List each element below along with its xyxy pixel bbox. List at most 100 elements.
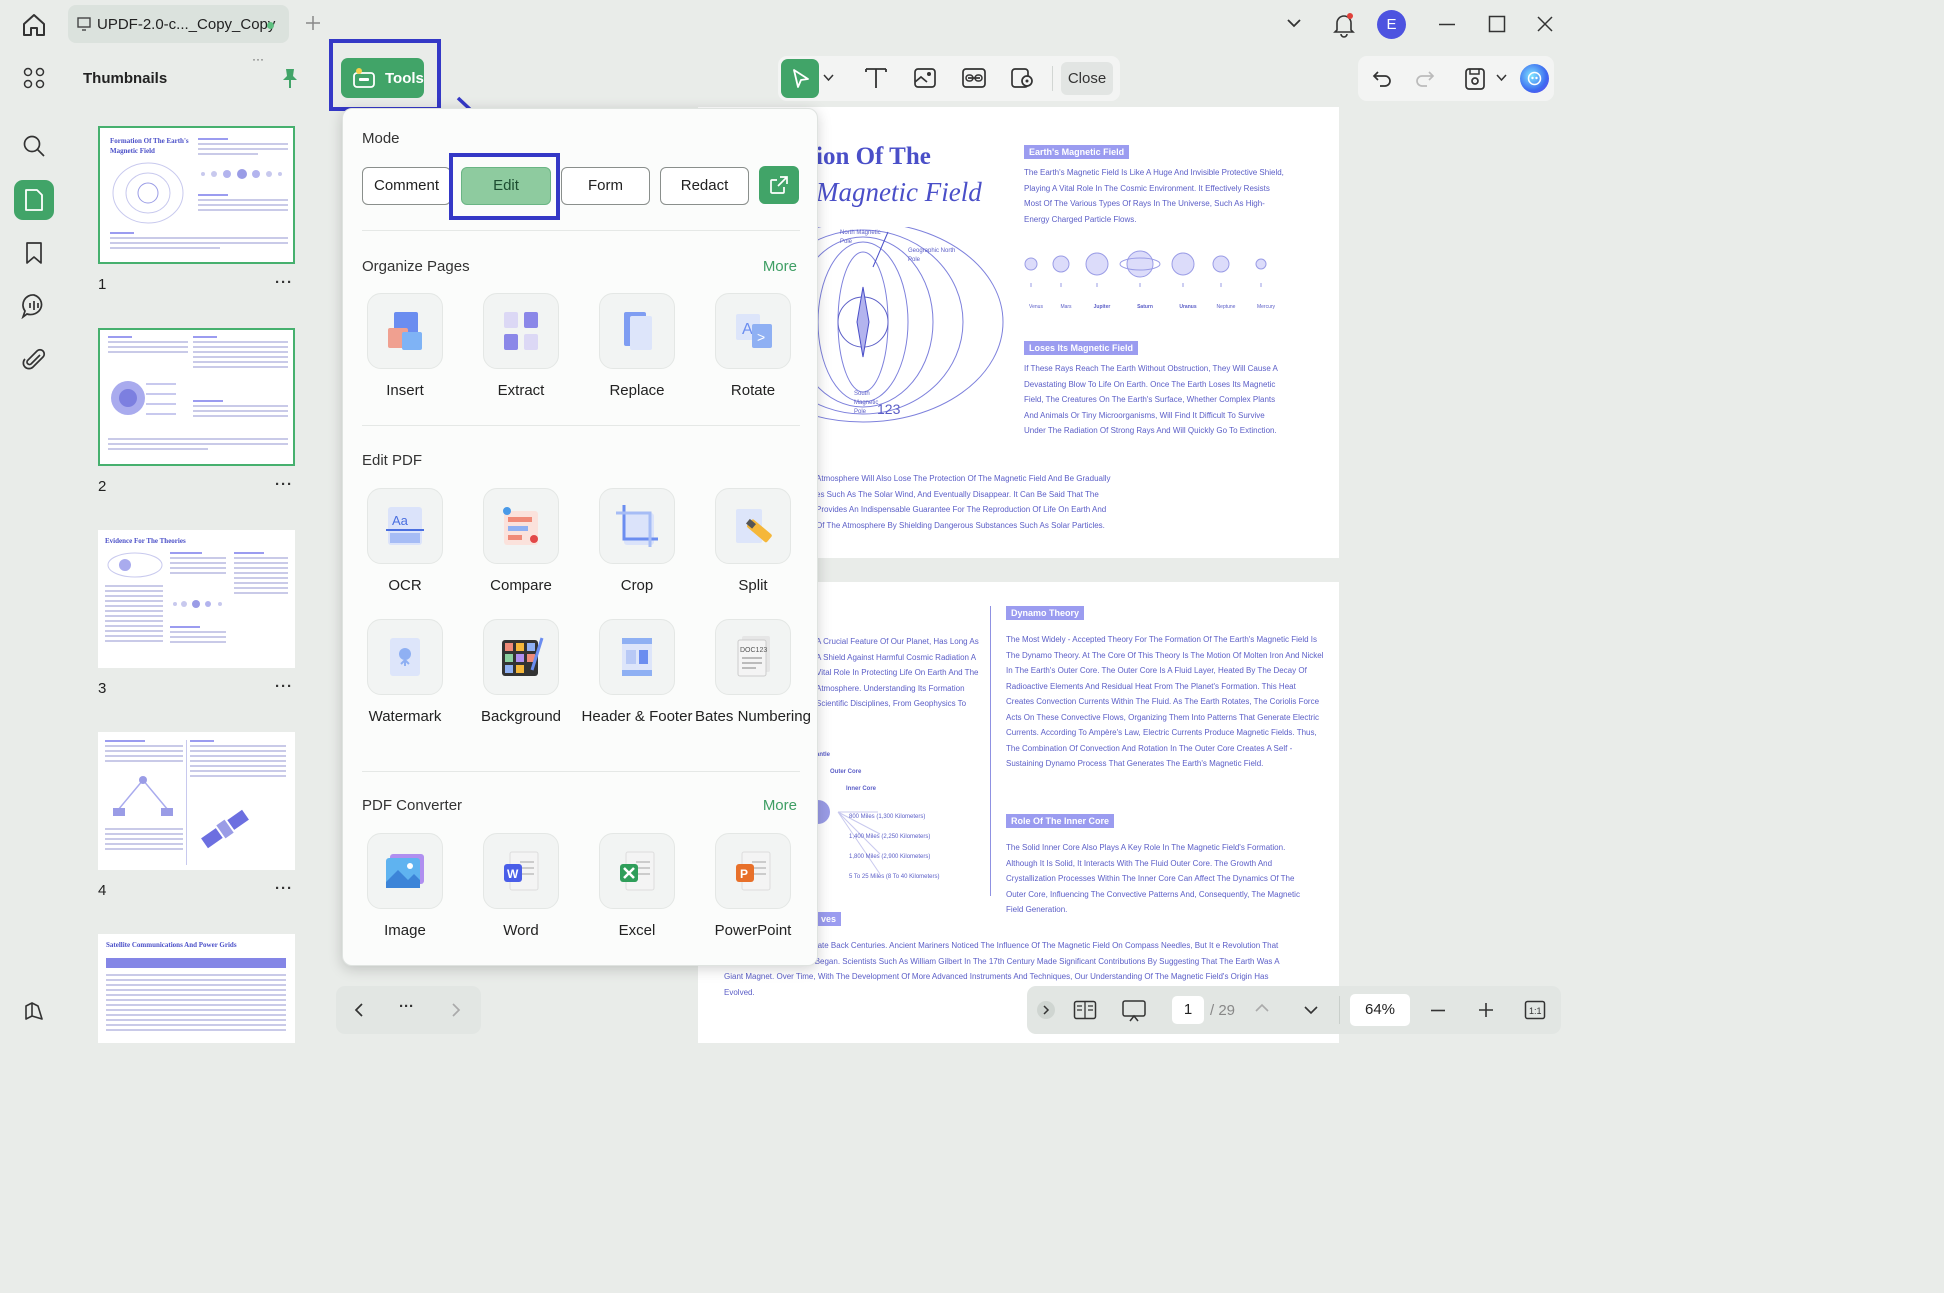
- thumbnail-more-button[interactable]: ···: [275, 678, 293, 695]
- tools-button[interactable]: Tools: [341, 58, 424, 98]
- thumbnails-page-icon[interactable]: [14, 180, 54, 220]
- text-tool-icon[interactable]: [864, 67, 888, 89]
- annotation-toolbar: Close: [778, 56, 1120, 101]
- organize-more-link[interactable]: More: [763, 258, 797, 275]
- outer-core-label: Outer Core: [830, 769, 862, 775]
- prev-page-icon[interactable]: [354, 1002, 364, 1018]
- mode-comment-button[interactable]: Comment: [362, 167, 451, 205]
- pin-icon[interactable]: [281, 67, 299, 89]
- inner-core-label: Inner Core: [846, 786, 877, 792]
- compare-tool[interactable]: Compare: [463, 488, 579, 595]
- image-tool-icon[interactable]: [913, 67, 937, 89]
- page-number-input[interactable]: 1: [1172, 996, 1204, 1024]
- user-avatar[interactable]: E: [1377, 10, 1406, 39]
- ocr-tool[interactable]: Aa OCR: [347, 488, 463, 595]
- thumbnail-page-1[interactable]: Formation Of The Earth's Magnetic Field: [98, 126, 295, 264]
- replace-tool[interactable]: Replace: [579, 293, 695, 400]
- tool-label: Rotate: [730, 382, 776, 399]
- convert-excel-tool[interactable]: Excel: [579, 833, 695, 940]
- thumbnail-page-3[interactable]: Evidence For The Theories: [98, 530, 295, 668]
- more-options-button[interactable]: ···: [399, 998, 414, 1015]
- redo-icon[interactable]: [1415, 68, 1435, 88]
- page-title-line2: Magnetic Field: [816, 177, 982, 207]
- tool-label: Watermark: [368, 708, 442, 725]
- new-tab-icon[interactable]: [304, 14, 322, 32]
- insert-tool[interactable]: Insert: [347, 293, 463, 400]
- edit-section-title: Edit PDF: [362, 452, 423, 469]
- title-bar: UPDF-2.0-c..._Copy_Copy E: [0, 0, 1568, 50]
- toolbox-icon: [353, 68, 375, 88]
- link-location-icon[interactable]: [1010, 66, 1034, 90]
- background-tool[interactable]: Background: [463, 619, 579, 726]
- presentation-icon[interactable]: [1121, 999, 1147, 1023]
- header-footer-tool[interactable]: Header & Footer: [579, 619, 695, 726]
- extract-tool[interactable]: Extract: [463, 293, 579, 400]
- split-tool[interactable]: Split: [695, 488, 811, 595]
- bookmark-icon[interactable]: [14, 233, 54, 273]
- chevron-down-icon[interactable]: [823, 74, 834, 82]
- insert-icon: [367, 293, 443, 369]
- actual-size-icon[interactable]: 1:1: [1524, 1000, 1546, 1020]
- search-icon[interactable]: [14, 126, 54, 166]
- tool-label: Image: [384, 922, 426, 939]
- thumbnail-more-button[interactable]: ···: [275, 476, 293, 493]
- watermark-tool[interactable]: Watermark: [347, 619, 463, 726]
- convert-word-tool[interactable]: W Word: [463, 833, 579, 940]
- tool-label: Background: [480, 708, 562, 725]
- zoom-level[interactable]: 64%: [1350, 994, 1410, 1026]
- chevron-down-icon[interactable]: [1286, 17, 1302, 29]
- ai-assistant-icon[interactable]: [1520, 64, 1549, 93]
- reading-mode-icon[interactable]: [1073, 1000, 1097, 1020]
- tool-label: Extract: [497, 382, 545, 399]
- thumbnail-page-5[interactable]: Satellite Communications And Power Grids: [98, 934, 295, 1043]
- thumbnail-more-button[interactable]: ···: [275, 274, 293, 291]
- geographic-north-label: Geographic North Pole: [908, 248, 956, 263]
- link-tool-icon[interactable]: [961, 67, 987, 89]
- section-tag: Role Of The Inner Core: [1006, 814, 1115, 828]
- layers-icon[interactable]: [14, 991, 54, 1031]
- convert-powerpoint-tool[interactable]: P PowerPoint: [695, 833, 811, 940]
- tools-popup: Mode Comment Edit Form Redact Organize P…: [342, 108, 818, 966]
- chevron-down-icon[interactable]: [1496, 74, 1507, 82]
- document-tab[interactable]: UPDF-2.0-c..._Copy_Copy: [68, 5, 289, 43]
- saved-status-dot: [267, 22, 274, 29]
- zoom-out-icon[interactable]: [1430, 1009, 1446, 1012]
- converter-more-link[interactable]: More: [763, 797, 797, 814]
- thumbnail-more-button[interactable]: ···: [275, 880, 293, 897]
- tool-label: PowerPoint: [714, 922, 792, 939]
- bates-numbering-tool[interactable]: DOC123 Bates Numbering: [695, 619, 811, 726]
- thumbnail-page-4[interactable]: [98, 732, 295, 870]
- open-external-button[interactable]: [759, 166, 799, 204]
- mode-form-button[interactable]: Form: [561, 167, 650, 205]
- rotate-tool[interactable]: A > Rotate: [695, 293, 811, 400]
- mode-redact-button[interactable]: Redact: [660, 167, 749, 205]
- page-title-line1: ion Of The: [816, 143, 931, 170]
- crop-tool[interactable]: Crop: [579, 488, 695, 595]
- next-page-icon[interactable]: [451, 1002, 461, 1018]
- thumbnail-page-number: 4: [98, 882, 107, 899]
- panel-resize-grip[interactable]: ···: [252, 52, 264, 66]
- close-edit-button[interactable]: Close: [1061, 62, 1113, 95]
- thumbnail-diagram: [107, 552, 163, 578]
- undo-icon[interactable]: [1372, 68, 1392, 88]
- home-icon[interactable]: [21, 12, 47, 38]
- section-paragraph: The Earth's Magnetic Field Is Like A Hug…: [1024, 168, 1284, 224]
- notification-bell-icon[interactable]: [1333, 12, 1355, 38]
- page-up-icon[interactable]: [1254, 1003, 1270, 1013]
- close-window-icon[interactable]: [1536, 15, 1554, 33]
- convert-image-tool[interactable]: Image: [347, 833, 463, 940]
- minimize-icon[interactable]: [1438, 23, 1456, 26]
- mode-section-title: Mode: [362, 130, 400, 147]
- attachment-icon[interactable]: [14, 339, 54, 379]
- section-paragraph: If These Rays Reach The Earth Without Ob…: [1024, 364, 1278, 435]
- collapse-bar-button[interactable]: [1037, 1001, 1055, 1019]
- svg-text:DOC123: DOC123: [740, 647, 767, 654]
- apps-grid-icon[interactable]: [14, 58, 54, 98]
- save-icon[interactable]: [1464, 67, 1486, 91]
- zoom-in-icon[interactable]: [1478, 1002, 1494, 1018]
- thumbnail-page-2[interactable]: [98, 328, 295, 466]
- page-down-icon[interactable]: [1303, 1005, 1319, 1015]
- select-tool-button[interactable]: [781, 59, 819, 98]
- maximize-icon[interactable]: [1488, 15, 1506, 33]
- comment-list-icon[interactable]: [14, 286, 54, 326]
